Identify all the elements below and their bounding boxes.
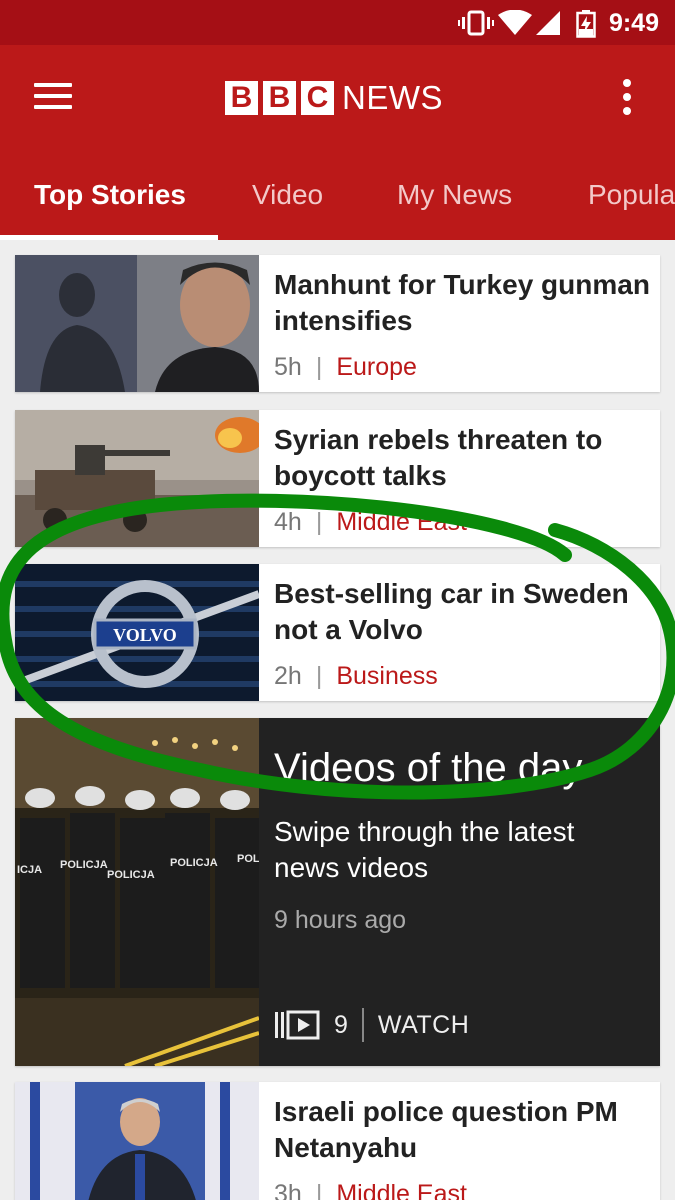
video-thumbnail: ICJA POLICJA POLICJA POLICJA POLI [15,718,259,1066]
story-thumbnail: VOLVO [15,564,259,701]
videos-of-the-day-card[interactable]: ICJA POLICJA POLICJA POLICJA POLI Videos… [15,718,660,1066]
meta-separator: | [315,353,323,381]
story-headline: Manhunt for Turkey gunman intensifies [274,269,650,336]
tab-video[interactable]: Video [252,179,323,211]
videos-time: 9 hours ago [274,906,407,934]
story-meta: 3h | Middle East [274,1180,467,1200]
story-thumbnail [15,1082,259,1200]
shield-text: POLICJA [170,857,218,869]
logo-news-text: NEWS [342,79,443,116]
watch-button[interactable]: WATCH [378,1011,469,1040]
status-time: 9:49 [608,9,659,37]
story-card-syria[interactable]: Syrian rebels threaten to boycott talks … [15,410,660,547]
videos-title: Videos of the day [274,746,583,790]
story-category[interactable]: Business [336,662,437,690]
story-card-volvo[interactable]: VOLVO Best-selling car in Sweden not a V… [15,564,660,701]
bbc-news-logo: B B C NEWS [225,79,443,116]
logo-letter-c: C [301,81,334,115]
logo-letter-b1: B [225,81,258,115]
meta-separator: | [315,508,323,536]
shield-text: POLI [237,853,259,865]
status-bar: 9:49 [0,0,675,45]
video-playlist-icon [275,1010,320,1040]
meta-separator: | [315,662,323,690]
signal-icon [536,11,560,35]
story-headline: Best-selling car in Sweden not a Volvo [274,578,629,645]
story-headline: Syrian rebels threaten to boycott talks [274,424,603,491]
story-card-turkey[interactable]: Manhunt for Turkey gunman intensifies 5h… [15,255,660,392]
shield-text: POLICJA [107,869,155,881]
hamburger-menu-icon[interactable] [34,83,72,111]
tab-my-news[interactable]: My News [397,179,512,211]
story-thumbnail [15,410,259,547]
wifi-icon [498,10,532,35]
battery-charging-icon [576,10,596,38]
watch-row[interactable]: 9 WATCH [274,1008,469,1042]
story-age: 3h [274,1180,302,1200]
divider [361,1008,364,1042]
video-count: 9 [334,1010,348,1039]
shield-text: POLICJA [60,859,108,871]
story-category[interactable]: Middle East [336,1180,467,1200]
story-meta: 4h | Middle East [274,508,467,537]
active-tab-indicator [0,235,218,240]
story-meta: 2h | Business [274,662,438,691]
volvo-logo-text: VOLVO [113,625,177,645]
videos-subtitle: Swipe through the latest news videos [274,816,575,883]
story-category[interactable]: Europe [336,353,417,381]
story-card-netanyahu[interactable]: Israeli police question PM Netanyahu 3h |… [15,1082,660,1200]
tab-popular[interactable]: Popula [588,179,675,211]
tab-bar: Top Stories Video My News Popula [0,165,675,240]
app-bar: B B C NEWS Top Stories Video My News Pop… [0,45,675,240]
tab-top-stories[interactable]: Top Stories [34,179,186,211]
story-age: 5h [274,353,302,381]
story-thumbnail [15,255,259,392]
overflow-menu-icon[interactable] [619,79,635,119]
story-age: 2h [274,662,302,690]
meta-separator: | [315,1180,323,1200]
shield-text: ICJA [17,864,42,876]
story-category[interactable]: Middle East [336,508,467,536]
vibrate-icon [458,10,494,36]
story-meta: 5h | Europe [274,353,417,382]
story-headline: Israeli police question PM Netanyahu [274,1096,618,1163]
logo-letter-b2: B [263,81,296,115]
story-age: 4h [274,508,302,536]
